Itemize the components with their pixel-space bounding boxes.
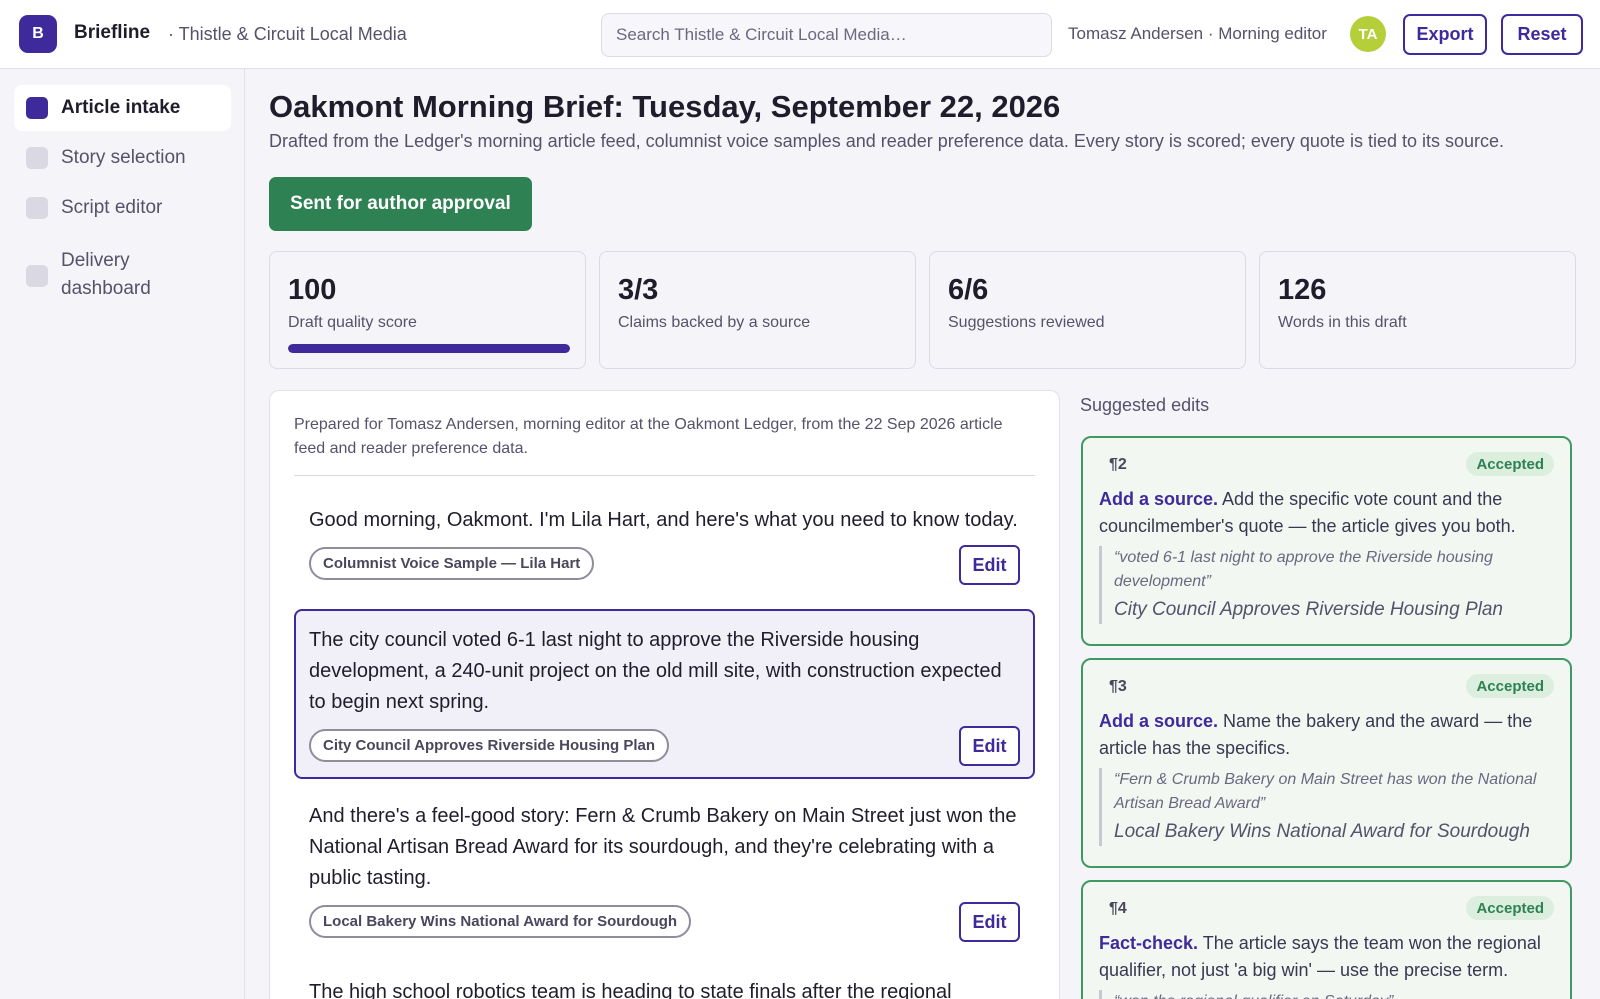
sidebar-item-article-intake[interactable]: Article intake	[14, 85, 231, 131]
stat-card-words: 126 Words in this draft	[1259, 251, 1576, 369]
status-badge: Accepted	[1466, 896, 1554, 920]
top-bar: B Briefline · Thistle & Circuit Local Me…	[0, 0, 1600, 69]
stat-value: 126	[1278, 274, 1327, 306]
stat-label: Claims backed by a source	[618, 314, 811, 331]
paragraph-ref: ¶4	[1109, 900, 1127, 917]
paragraph-text: And there's a feel-good story: Fern & Cr…	[309, 805, 1017, 889]
paragraph-ref: ¶3	[1109, 678, 1127, 695]
status-badge: Accepted	[1466, 674, 1554, 698]
edit-button[interactable]: Edit	[959, 902, 1020, 942]
quote-text: “won the regional qualifier on Saturday”	[1114, 990, 1554, 999]
edit-button[interactable]: Edit	[959, 545, 1020, 585]
stat-value: 3/3	[618, 274, 659, 306]
stat-label: Words in this draft	[1278, 314, 1407, 331]
stat-card-quality: 100 Draft quality score	[269, 251, 586, 369]
sidebar-item-label: Delivery dashboard	[61, 250, 151, 299]
source-quote: “Fern & Crumb Bakery on Main Street has …	[1099, 768, 1554, 846]
paragraph-ref: ¶2	[1109, 456, 1127, 473]
prepared-note: Prepared for Tomasz Andersen, morning ed…	[294, 416, 1003, 457]
step-check-icon	[26, 197, 48, 219]
org-name: · Thistle & Circuit Local Media	[168, 24, 407, 44]
stat-label: Suggestions reviewed	[948, 314, 1105, 331]
step-check-icon	[26, 265, 48, 287]
source-chip[interactable]: Columnist Voice Sample — Lila Hart	[309, 547, 595, 580]
sidebar: Article intake Story selection Script ed…	[0, 69, 245, 999]
script-paragraph[interactable]: The high school robotics team is heading…	[294, 961, 1035, 999]
divider	[294, 475, 1035, 476]
search-input[interactable]	[601, 13, 1052, 57]
quote-text: “voted 6-1 last night to approve the Riv…	[1114, 549, 1493, 590]
suggestion-kind: Add a source.	[1099, 711, 1219, 731]
paragraph-text: The city council voted 6-1 last night to…	[309, 629, 1002, 713]
suggestion-text: Add a source. Name the bakery and the aw…	[1099, 708, 1554, 762]
quote-text: “Fern & Crumb Bakery on Main Street has …	[1114, 771, 1537, 812]
reset-button[interactable]: Reset	[1501, 14, 1583, 55]
suggestion-card[interactable]: ¶3 Accepted Add a source. Name the baker…	[1081, 658, 1572, 868]
suggestion-card[interactable]: ¶2 Accepted Add a source. Add the specif…	[1081, 436, 1572, 646]
sidebar-item-delivery-dashboard[interactable]: Delivery dashboard	[14, 235, 214, 315]
sidebar-item-script-editor[interactable]: Script editor	[14, 185, 231, 231]
script-panel: Prepared for Tomasz Andersen, morning ed…	[269, 390, 1060, 999]
sidebar-item-label: Script editor	[61, 197, 163, 218]
script-paragraph[interactable]: Good morning, Oakmont. I'm Lila Hart, an…	[294, 489, 1035, 609]
quality-progress-bar	[288, 344, 570, 353]
avatar[interactable]: TA	[1350, 16, 1386, 52]
step-check-icon	[26, 147, 48, 169]
script-paragraph-selected[interactable]: The city council voted 6-1 last night to…	[294, 609, 1035, 779]
page-title: Oakmont Morning Brief: Tuesday, Septembe…	[269, 89, 1061, 124]
quote-source: Local Bakery Wins National Award for Sou…	[1114, 821, 1530, 842]
source-quote: “voted 6-1 last night to approve the Riv…	[1099, 546, 1554, 624]
suggested-edits-title: Suggested edits	[1080, 395, 1210, 415]
user-label: Tomasz Andersen · Morning editor	[1068, 24, 1327, 43]
source-quote: “won the regional qualifier on Saturday”	[1099, 990, 1554, 999]
sidebar-item-label: Article intake	[61, 97, 181, 118]
quote-source: City Council Approves Riverside Housing …	[1114, 599, 1503, 620]
suggestion-text: Fact-check. The article says the team wo…	[1099, 930, 1554, 984]
suggestion-card[interactable]: ¶4 Accepted Fact-check. The article says…	[1081, 880, 1572, 999]
edit-button[interactable]: Edit	[959, 726, 1020, 766]
stat-card-suggestions: 6/6 Suggestions reviewed	[929, 251, 1246, 369]
suggestion-text: Add a source. Add the specific vote coun…	[1099, 486, 1554, 540]
suggestion-kind: Add a source.	[1099, 489, 1219, 509]
app-logo[interactable]: B	[19, 15, 57, 53]
sidebar-item-label: Story selection	[61, 147, 186, 168]
stat-label: Draft quality score	[288, 314, 417, 331]
script-paragraph[interactable]: And there's a feel-good story: Fern & Cr…	[294, 785, 1035, 955]
step-check-icon	[26, 97, 48, 119]
stat-value: 100	[288, 274, 337, 306]
source-chip[interactable]: Local Bakery Wins National Award for Sou…	[309, 905, 692, 938]
sidebar-item-story-selection[interactable]: Story selection	[14, 135, 231, 181]
page-subtitle: Drafted from the Ledger's morning articl…	[269, 131, 1505, 151]
quality-progress-fill	[288, 344, 570, 353]
suggestion-kind: Fact-check.	[1099, 933, 1199, 953]
paragraph-text: Good morning, Oakmont. I'm Lila Hart, an…	[309, 509, 1018, 531]
paragraph-text: The high school robotics team is heading…	[309, 981, 952, 999]
stat-value: 6/6	[948, 274, 989, 306]
status-badge: Accepted	[1466, 452, 1554, 476]
source-chip[interactable]: City Council Approves Riverside Housing …	[309, 729, 670, 762]
stat-card-claims: 3/3 Claims backed by a source	[599, 251, 916, 369]
export-button[interactable]: Export	[1403, 14, 1487, 55]
app-name: Briefline	[74, 22, 151, 43]
approval-status-button[interactable]: Sent for author approval	[269, 177, 532, 231]
